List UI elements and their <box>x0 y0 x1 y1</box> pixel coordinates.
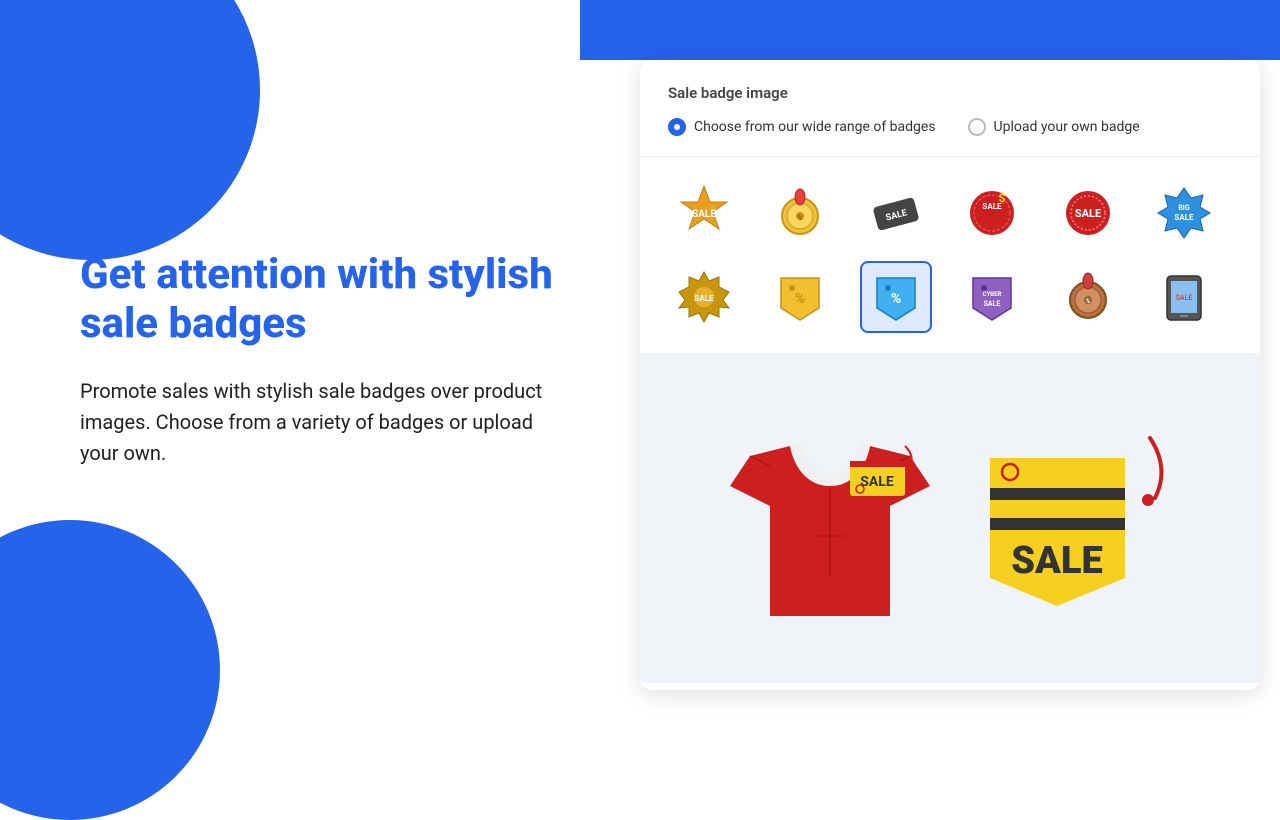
radio-options-group: Choose from our wide range of badges Upl… <box>668 118 1232 136</box>
badge-selector-card: Sale badge image Choose from our wide ra… <box>640 60 1260 690</box>
radio-option-library[interactable]: Choose from our wide range of badges <box>668 118 936 136</box>
shirt-sale-tag: SALE <box>845 441 925 505</box>
badge-item-blue-percent-tag[interactable]: % <box>860 261 932 333</box>
badge-item-big-sale-blue[interactable]: BIG SALE <box>1148 177 1220 249</box>
shirt-svg <box>720 396 940 636</box>
shirt-preview: SALE <box>720 396 940 640</box>
svg-text:CYBER: CYBER <box>983 291 1002 298</box>
svg-text:SALE: SALE <box>692 209 716 220</box>
badge-item-gold-medal[interactable]: % <box>764 177 836 249</box>
preview-area: SALE SALE <box>640 353 1260 683</box>
badge-item-gold-sale-sticker[interactable]: SALE <box>668 177 740 249</box>
svg-text:BIG: BIG <box>1178 204 1190 212</box>
badge-item-red-sale-circle[interactable]: SALE $ <box>956 177 1028 249</box>
radio-option-upload[interactable]: Upload your own badge <box>968 118 1140 136</box>
svg-text:SALE: SALE <box>1011 539 1103 583</box>
badge-item-gold-gear[interactable]: SALE <box>668 261 740 333</box>
svg-text:%: % <box>891 291 901 307</box>
bg-top-right-decoration <box>580 0 1280 60</box>
svg-text:SALE: SALE <box>984 300 1001 308</box>
radio-label-upload: Upload your own badge <box>994 119 1140 135</box>
headline: Get attention with stylish sale badges <box>80 251 560 348</box>
radio-circle-library <box>668 118 686 136</box>
left-panel: Get attention with stylish sale badges P… <box>0 0 620 720</box>
svg-text:SALE: SALE <box>860 474 894 490</box>
badge-item-dark-tag[interactable]: SALE <box>860 177 932 249</box>
svg-text:SALE: SALE <box>1174 213 1194 222</box>
badge-grid: SALE % SALE SALE <box>640 157 1260 353</box>
large-sale-tag-preview: SALE <box>980 418 1180 618</box>
badge-item-cyber-tag[interactable]: CYBER SALE <box>956 261 1028 333</box>
svg-text:SALE: SALE <box>694 294 714 303</box>
svg-text:$: $ <box>999 191 1006 205</box>
badge-selector-section: Sale badge image Choose from our wide ra… <box>640 60 1260 157</box>
svg-text:%: % <box>797 214 802 222</box>
svg-text:%: % <box>795 291 805 307</box>
description: Promote sales with stylish sale badges o… <box>80 376 560 469</box>
badge-item-yellow-percent-tag[interactable]: % <box>764 261 836 333</box>
radio-circle-upload <box>968 118 986 136</box>
badge-item-brown-medal[interactable]: % <box>1052 261 1124 333</box>
svg-text:%: % <box>1086 298 1091 305</box>
section-title: Sale badge image <box>668 84 1232 102</box>
badge-item-tablet-badge[interactable]: SALE <box>1148 261 1220 333</box>
svg-text:SALE: SALE <box>1176 294 1193 302</box>
badge-item-red-sale-stamp[interactable]: SALE <box>1052 177 1124 249</box>
radio-label-library: Choose from our wide range of badges <box>694 119 936 135</box>
svg-text:SALE: SALE <box>1075 207 1101 220</box>
